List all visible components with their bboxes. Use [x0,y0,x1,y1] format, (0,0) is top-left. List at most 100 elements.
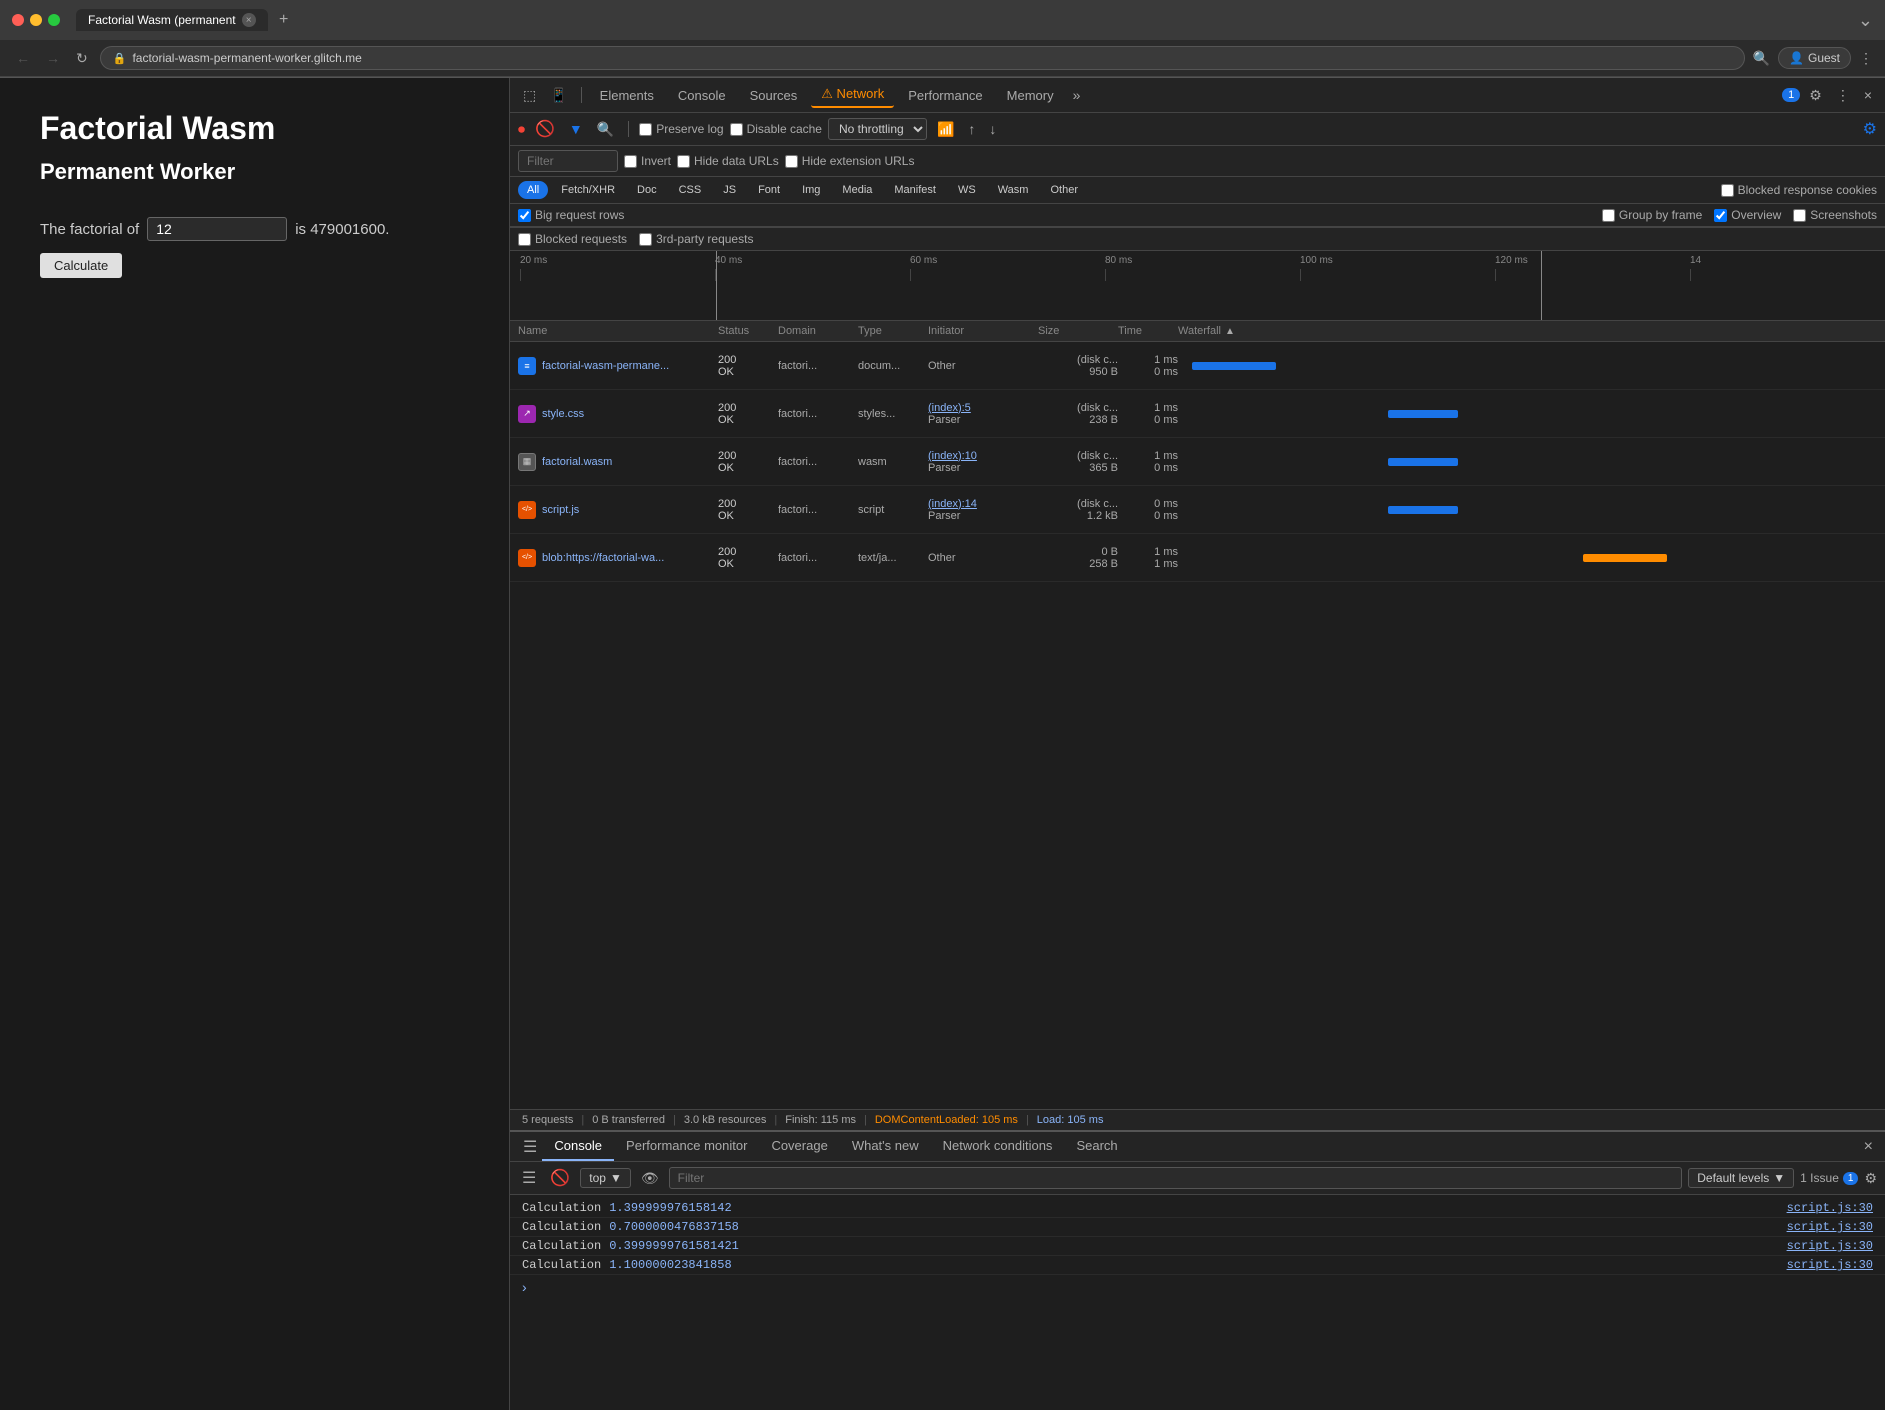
type-other-button[interactable]: Other [1041,181,1087,199]
filter-icon[interactable]: ▼ [565,119,587,139]
type-wasm-button[interactable]: Wasm [989,181,1038,199]
type-doc-button[interactable]: Doc [628,181,666,199]
factorial-input[interactable] [147,217,287,241]
invert-input[interactable] [624,155,637,168]
nav-refresh-button[interactable]: ↻ [72,48,92,69]
log-link[interactable]: script.js:30 [1787,1201,1873,1215]
tab-memory[interactable]: Memory [997,84,1064,107]
type-media-button[interactable]: Media [833,181,881,199]
group-by-frame-input[interactable] [1602,209,1615,222]
console-sidebar-toggle[interactable]: ☰ [518,1166,540,1190]
tab-network-conditions[interactable]: Network conditions [931,1132,1065,1161]
initiator-link[interactable]: (index):10 [928,450,1038,462]
nav-back-button[interactable]: ← [12,48,34,68]
type-manifest-button[interactable]: Manifest [885,181,945,199]
more-options-icon[interactable]: ⋮ [1859,50,1873,67]
tab-performance[interactable]: Performance [898,84,992,107]
blocked-requests-input[interactable] [518,233,531,246]
execution-context-selector[interactable]: top ▼ [580,1168,631,1188]
devtools-settings-icon[interactable]: ⚙ [1804,84,1827,107]
tab-console[interactable]: Console [668,84,736,107]
network-conditions-icon[interactable]: 📶 [933,119,958,140]
initiator-link[interactable]: (index):14 [928,498,1038,510]
overview-input[interactable] [1714,209,1727,222]
type-fetch-xhr-button[interactable]: Fetch/XHR [552,181,624,199]
table-row[interactable]: ≡ factorial-wasm-permane... 200OK factor… [510,342,1885,390]
clear-console-button[interactable]: 🚫 [546,1166,574,1190]
blocked-response-cookies-checkbox[interactable]: Blocked response cookies [1721,183,1877,197]
device-toolbar-icon[interactable]: 📱 [545,84,572,107]
type-img-button[interactable]: Img [793,181,829,199]
preserve-log-checkbox[interactable]: Preserve log [639,122,723,136]
calculate-button[interactable]: Calculate [40,253,122,278]
record-button[interactable]: ⏺ [518,121,525,138]
tab-network[interactable]: ⚠ Network [811,82,894,108]
element-picker-icon[interactable]: ⬚ [518,84,541,107]
search-icon[interactable]: 🔍 [593,119,618,140]
type-all-button[interactable]: All [518,181,548,199]
group-by-frame-checkbox[interactable]: Group by frame [1602,208,1702,222]
hide-ext-urls-checkbox[interactable]: Hide extension URLs [785,154,915,168]
maximize-window-button[interactable] [48,14,60,26]
filter-input[interactable] [518,150,618,172]
log-link[interactable]: script.js:30 [1787,1258,1873,1272]
preserve-log-input[interactable] [639,123,652,136]
console-settings-icon[interactable]: ⚙ [1864,1170,1877,1187]
hide-data-urls-checkbox[interactable]: Hide data URLs [677,154,779,168]
log-link[interactable]: script.js:30 [1787,1220,1873,1234]
console-sidebar-icon[interactable]: ☰ [518,1134,542,1160]
tab-search[interactable]: Search [1064,1132,1129,1161]
tab-performance-monitor[interactable]: Performance monitor [614,1132,759,1161]
tab-sources[interactable]: Sources [740,84,808,107]
close-window-button[interactable] [12,14,24,26]
address-bar[interactable]: 🔒 factorial-wasm-permanent-worker.glitch… [100,46,1745,70]
nav-forward-button[interactable]: → [42,48,64,68]
type-css-button[interactable]: CSS [670,181,711,199]
tab-close-button[interactable]: × [242,13,256,27]
blocked-resp-input[interactable] [1721,184,1734,197]
log-link[interactable]: script.js:30 [1787,1239,1873,1253]
tab-whats-new[interactable]: What's new [840,1132,931,1161]
big-request-rows-checkbox[interactable]: Big request rows [518,208,624,222]
console-pane-close-button[interactable]: × [1860,1134,1877,1160]
screenshots-checkbox[interactable]: Screenshots [1793,208,1877,222]
screenshots-input[interactable] [1793,209,1806,222]
hide-ext-urls-input[interactable] [785,155,798,168]
type-ws-button[interactable]: WS [949,181,985,199]
invert-checkbox[interactable]: Invert [624,154,671,168]
third-party-input[interactable] [639,233,652,246]
devtools-more-icon[interactable]: ⋮ [1831,84,1855,107]
hide-data-urls-input[interactable] [677,155,690,168]
disable-cache-checkbox[interactable]: Disable cache [730,122,822,136]
issue-badge[interactable]: 1 Issue 1 [1800,1171,1858,1185]
table-row[interactable]: ↗ style.css 200OK factori... styles... (… [510,390,1885,438]
throttle-select[interactable]: No throttling [828,118,927,140]
third-party-checkbox[interactable]: 3rd-party requests [639,232,753,246]
console-filter-input[interactable] [669,1167,1683,1189]
zoom-icon[interactable]: 🔍 [1753,50,1770,67]
network-table[interactable]: Name Status Domain Type Initiator Size T… [510,321,1885,1109]
devtools-close-icon[interactable]: × [1859,84,1877,106]
import-icon[interactable]: ↓ [985,119,1000,139]
type-font-button[interactable]: Font [749,181,789,199]
export-har-icon[interactable]: ↑ [964,119,979,139]
table-row[interactable]: </> blob:https://factorial-wa... 200OK f… [510,534,1885,582]
disable-cache-input[interactable] [730,123,743,136]
collapse-button[interactable]: ⌄ [1858,10,1873,31]
table-row[interactable]: </> script.js 200OK factori... script (i… [510,486,1885,534]
browser-tab-active[interactable]: Factorial Wasm (permanent × [76,9,268,31]
table-row[interactable]: ▦ factorial.wasm 200OK factori... wasm (… [510,438,1885,486]
initiator-link[interactable]: (index):5 [928,402,1038,414]
big-request-rows-input[interactable] [518,209,531,222]
console-expand-chevron[interactable]: › [510,1275,1885,1299]
clear-button[interactable]: 🚫 [531,117,559,141]
tab-coverage[interactable]: Coverage [759,1132,839,1161]
new-tab-button[interactable]: + [272,8,296,32]
issues-badge[interactable]: 1 [1782,88,1800,102]
default-levels-selector[interactable]: Default levels ▼ [1688,1168,1794,1188]
tab-console-bottom[interactable]: Console [542,1132,614,1161]
minimize-window-button[interactable] [30,14,42,26]
type-js-button[interactable]: JS [714,181,745,199]
guest-button[interactable]: 👤 Guest [1778,47,1851,69]
tab-elements[interactable]: Elements [590,84,664,107]
